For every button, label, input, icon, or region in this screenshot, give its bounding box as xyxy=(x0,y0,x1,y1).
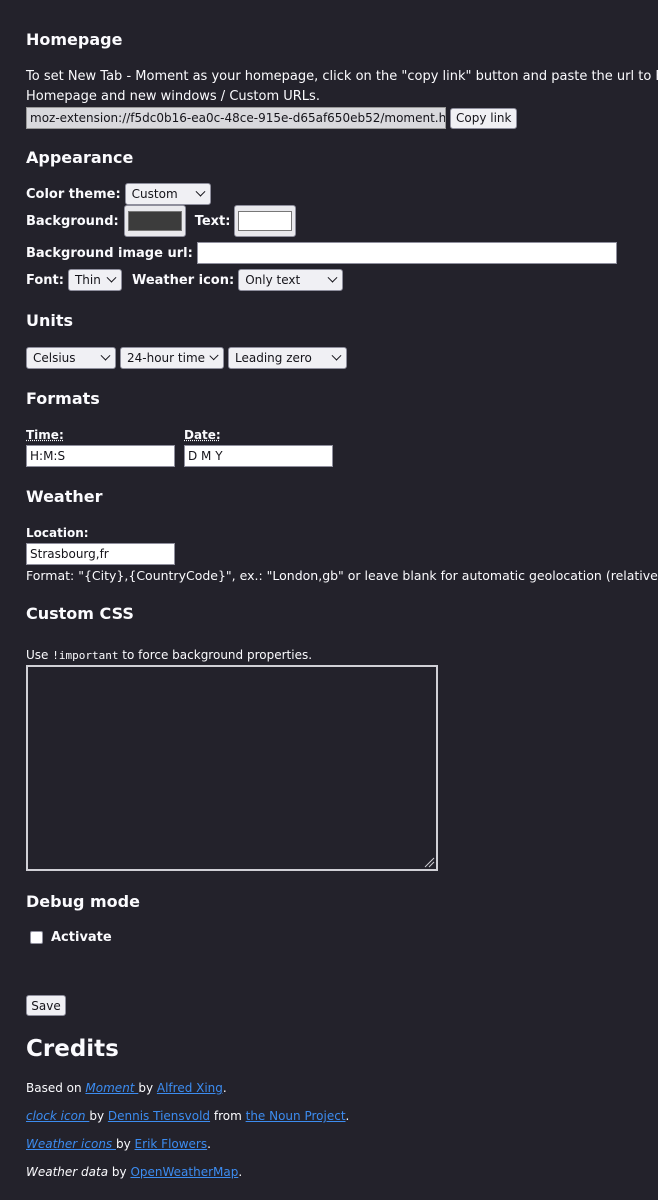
chevron-down-icon xyxy=(100,350,111,361)
credits-text: . xyxy=(238,1165,243,1179)
background-image-label: Background image url: xyxy=(26,245,193,261)
color-theme-select[interactable]: Custom xyxy=(124,183,211,205)
credits-line-weather-icons: Weather icons by Erik Flowers. xyxy=(26,1137,211,1151)
time-format-label: Time: xyxy=(26,428,64,443)
date-format-label: Date: xyxy=(184,428,221,443)
weather-icon-select[interactable]: Only text xyxy=(238,269,344,291)
options-page: Homepage To set New Tab - Moment as your… xyxy=(26,0,658,1200)
font-row: Font: Thin Weather icon: Only text xyxy=(26,269,344,291)
font-label: Font: xyxy=(26,272,64,288)
credits-text: from xyxy=(210,1109,246,1123)
openweathermap-link[interactable]: OpenWeatherMap xyxy=(130,1165,238,1179)
temperature-unit-select[interactable]: Celsius xyxy=(26,347,116,369)
debug-activate-label: Activate xyxy=(51,930,112,945)
text-color-picker[interactable] xyxy=(234,205,297,237)
dennis-tiensvold-link[interactable]: Dennis Tiensvold xyxy=(108,1109,210,1123)
credits-line-moment: Based on Moment by Alfred Xing. xyxy=(26,1081,227,1095)
important-code: !important xyxy=(52,649,119,662)
formats-heading: Formats xyxy=(26,389,100,408)
credits-line-weather-data: Weather data by OpenWeatherMap. xyxy=(26,1165,242,1179)
weather-icon-label: Weather icon: xyxy=(131,272,235,288)
credits-text: by xyxy=(89,1109,108,1123)
leading-zero-select[interactable]: Leading zero xyxy=(228,347,347,369)
custom-css-hint-suffix: to force background properties. xyxy=(118,648,313,662)
chevron-down-icon xyxy=(331,350,342,361)
time-format-value: 24-hour time xyxy=(127,351,206,365)
save-wrap: Save xyxy=(26,995,66,1016)
credits-text: . xyxy=(222,1081,227,1095)
appearance-heading: Appearance xyxy=(26,148,134,167)
time-format-select[interactable]: 24-hour time xyxy=(120,347,224,369)
text-color-label: Text: xyxy=(194,213,231,229)
color-theme-row: Color theme: Custom xyxy=(26,183,211,205)
text-color-swatch xyxy=(238,211,293,231)
time-format-input[interactable]: H:M:S xyxy=(26,445,175,467)
location-label: Location: xyxy=(26,526,89,540)
homepage-url-field[interactable]: moz-extension://f5dc0b16-ea0c-48ce-915e-… xyxy=(26,107,446,129)
leading-zero-value: Leading zero xyxy=(235,351,312,365)
resize-handle-icon[interactable] xyxy=(423,856,435,868)
location-format-hint: Format: "{City},{CountryCode}", ex.: "Lo… xyxy=(26,568,658,583)
homepage-description-line1: To set New Tab - Moment as your homepage… xyxy=(26,69,658,84)
homepage-description-line2: Homepage and new windows / Custom URLs. xyxy=(26,89,320,104)
noun-project-link[interactable]: the Noun Project xyxy=(246,1109,346,1123)
homepage-heading: Homepage xyxy=(26,30,123,49)
units-heading: Units xyxy=(26,311,74,330)
time-label: Time: xyxy=(26,428,64,442)
color-theme-value: Custom xyxy=(131,187,178,201)
copy-link-button[interactable]: Copy link xyxy=(450,107,518,129)
debug-activate-row: Activate xyxy=(30,930,112,945)
font-value: Thin xyxy=(74,273,101,287)
credits-text: by xyxy=(111,1165,131,1179)
weather-data-text: Weather data xyxy=(26,1165,112,1179)
credits-text: by xyxy=(116,1137,135,1151)
chevron-down-icon xyxy=(106,272,117,283)
credits-text: Based on xyxy=(26,1081,86,1095)
custom-css-textarea[interactable] xyxy=(26,665,438,871)
credits-heading: Credits xyxy=(26,1036,119,1062)
date-format-field-wrap: D M Y xyxy=(184,445,333,467)
background-color-swatch xyxy=(127,211,182,231)
date-format-input[interactable]: D M Y xyxy=(184,445,333,467)
moment-link[interactable]: Moment xyxy=(85,1081,138,1095)
chevron-down-icon xyxy=(209,350,219,360)
debug-mode-heading: Debug mode xyxy=(26,892,140,911)
save-button[interactable]: Save xyxy=(26,995,66,1016)
credits-text: . xyxy=(207,1137,211,1151)
clock-icon-link[interactable]: clock icon xyxy=(26,1109,89,1123)
credits-line-clock-icon: clock icon by Dennis Tiensvold from the … xyxy=(26,1109,349,1123)
date-label: Date: xyxy=(184,428,221,442)
time-format-field-wrap: H:M:S xyxy=(26,445,175,467)
weather-heading: Weather xyxy=(26,487,103,506)
font-select[interactable]: Thin xyxy=(67,269,122,291)
background-label: Background: xyxy=(26,213,119,229)
erik-flowers-link[interactable]: Erik Flowers xyxy=(135,1137,208,1151)
custom-css-heading: Custom CSS xyxy=(26,604,134,623)
temperature-unit-value: Celsius xyxy=(33,351,76,365)
custom-css-hint: Use !important to force background prope… xyxy=(26,648,312,662)
credits-text: . xyxy=(345,1109,350,1123)
credits-text: by xyxy=(138,1081,157,1095)
custom-css-hint-prefix: Use xyxy=(26,648,53,662)
weather-icon-value: Only text xyxy=(245,273,301,287)
alfred-xing-link[interactable]: Alfred Xing xyxy=(157,1081,223,1095)
colors-row: Background: Text: xyxy=(26,205,297,237)
debug-activate-checkbox[interactable] xyxy=(30,931,43,944)
location-input[interactable]: Strasbourg,fr xyxy=(26,543,175,565)
chevron-down-icon xyxy=(195,186,206,197)
background-color-picker[interactable] xyxy=(123,205,186,237)
background-image-row: Background image url: xyxy=(26,242,617,264)
weather-icons-link[interactable]: Weather icons xyxy=(26,1137,116,1151)
units-row: Celsius 24-hour time Leading zero xyxy=(26,347,347,369)
chevron-down-icon xyxy=(327,272,338,283)
color-theme-label: Color theme: xyxy=(26,186,121,202)
location-field-wrap: Strasbourg,fr xyxy=(26,543,175,565)
homepage-url-row: moz-extension://f5dc0b16-ea0c-48ce-915e-… xyxy=(26,107,518,129)
background-image-url-input[interactable] xyxy=(196,242,617,264)
